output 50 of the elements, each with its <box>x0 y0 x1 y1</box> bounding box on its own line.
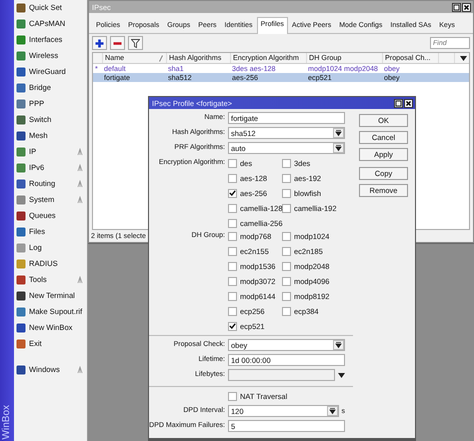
checkbox[interactable] <box>228 276 237 286</box>
checkbox[interactable] <box>282 174 291 182</box>
plus-icon <box>95 38 104 48</box>
submenu-arrow-icon <box>77 180 83 188</box>
submenu-arrow-icon <box>77 366 83 374</box>
checkbox[interactable] <box>282 292 291 300</box>
checkbox[interactable] <box>228 218 237 228</box>
dropdown-arrow-icon <box>333 340 344 350</box>
dropdown-arrow-icon <box>333 143 344 153</box>
menu-icon <box>16 364 26 374</box>
checkbox[interactable] <box>228 246 237 256</box>
expand-arrow-icon[interactable] <box>338 372 345 378</box>
checkbox[interactable] <box>228 322 237 330</box>
sort-icon <box>159 54 163 62</box>
brand-label: WinBox <box>1 404 13 439</box>
checkbox[interactable] <box>228 232 237 240</box>
checkbox[interactable] <box>228 306 237 316</box>
submenu-arrow-icon <box>77 148 83 156</box>
dropdown-arrow-icon <box>326 406 338 416</box>
submenu-arrow-icon <box>77 196 83 204</box>
checkbox[interactable] <box>282 188 291 198</box>
checkbox[interactable] <box>228 292 237 300</box>
maximize-icon[interactable] <box>394 98 403 108</box>
checkbox[interactable] <box>282 262 291 270</box>
checkbox[interactable] <box>282 158 291 168</box>
dropdown-arrow-icon <box>333 128 344 138</box>
maximize-icon[interactable] <box>452 2 461 12</box>
input-field[interactable] <box>228 369 335 381</box>
checkbox[interactable] <box>282 246 291 256</box>
checkbox[interactable] <box>282 232 291 240</box>
checkbox[interactable] <box>282 276 291 286</box>
checkbox[interactable] <box>228 188 237 198</box>
checkbox[interactable] <box>228 174 237 182</box>
close-icon[interactable] <box>404 98 413 108</box>
submenu-arrow-icon <box>77 164 83 172</box>
filter-icon <box>131 38 140 48</box>
checkbox[interactable] <box>282 306 291 316</box>
filter-button[interactable] <box>128 36 143 50</box>
checkbox[interactable] <box>228 204 237 212</box>
check-icon <box>229 323 236 329</box>
check-icon <box>229 190 236 196</box>
checkbox[interactable] <box>228 262 237 270</box>
column-menu-icon[interactable] <box>460 56 466 60</box>
remove-button[interactable] <box>110 36 125 50</box>
checkbox[interactable] <box>282 204 291 212</box>
checkbox[interactable] <box>228 392 237 400</box>
submenu-arrow-icon <box>77 276 83 284</box>
checkbox[interactable] <box>228 158 237 168</box>
add-button[interactable] <box>92 36 107 50</box>
close-icon[interactable] <box>462 2 471 12</box>
